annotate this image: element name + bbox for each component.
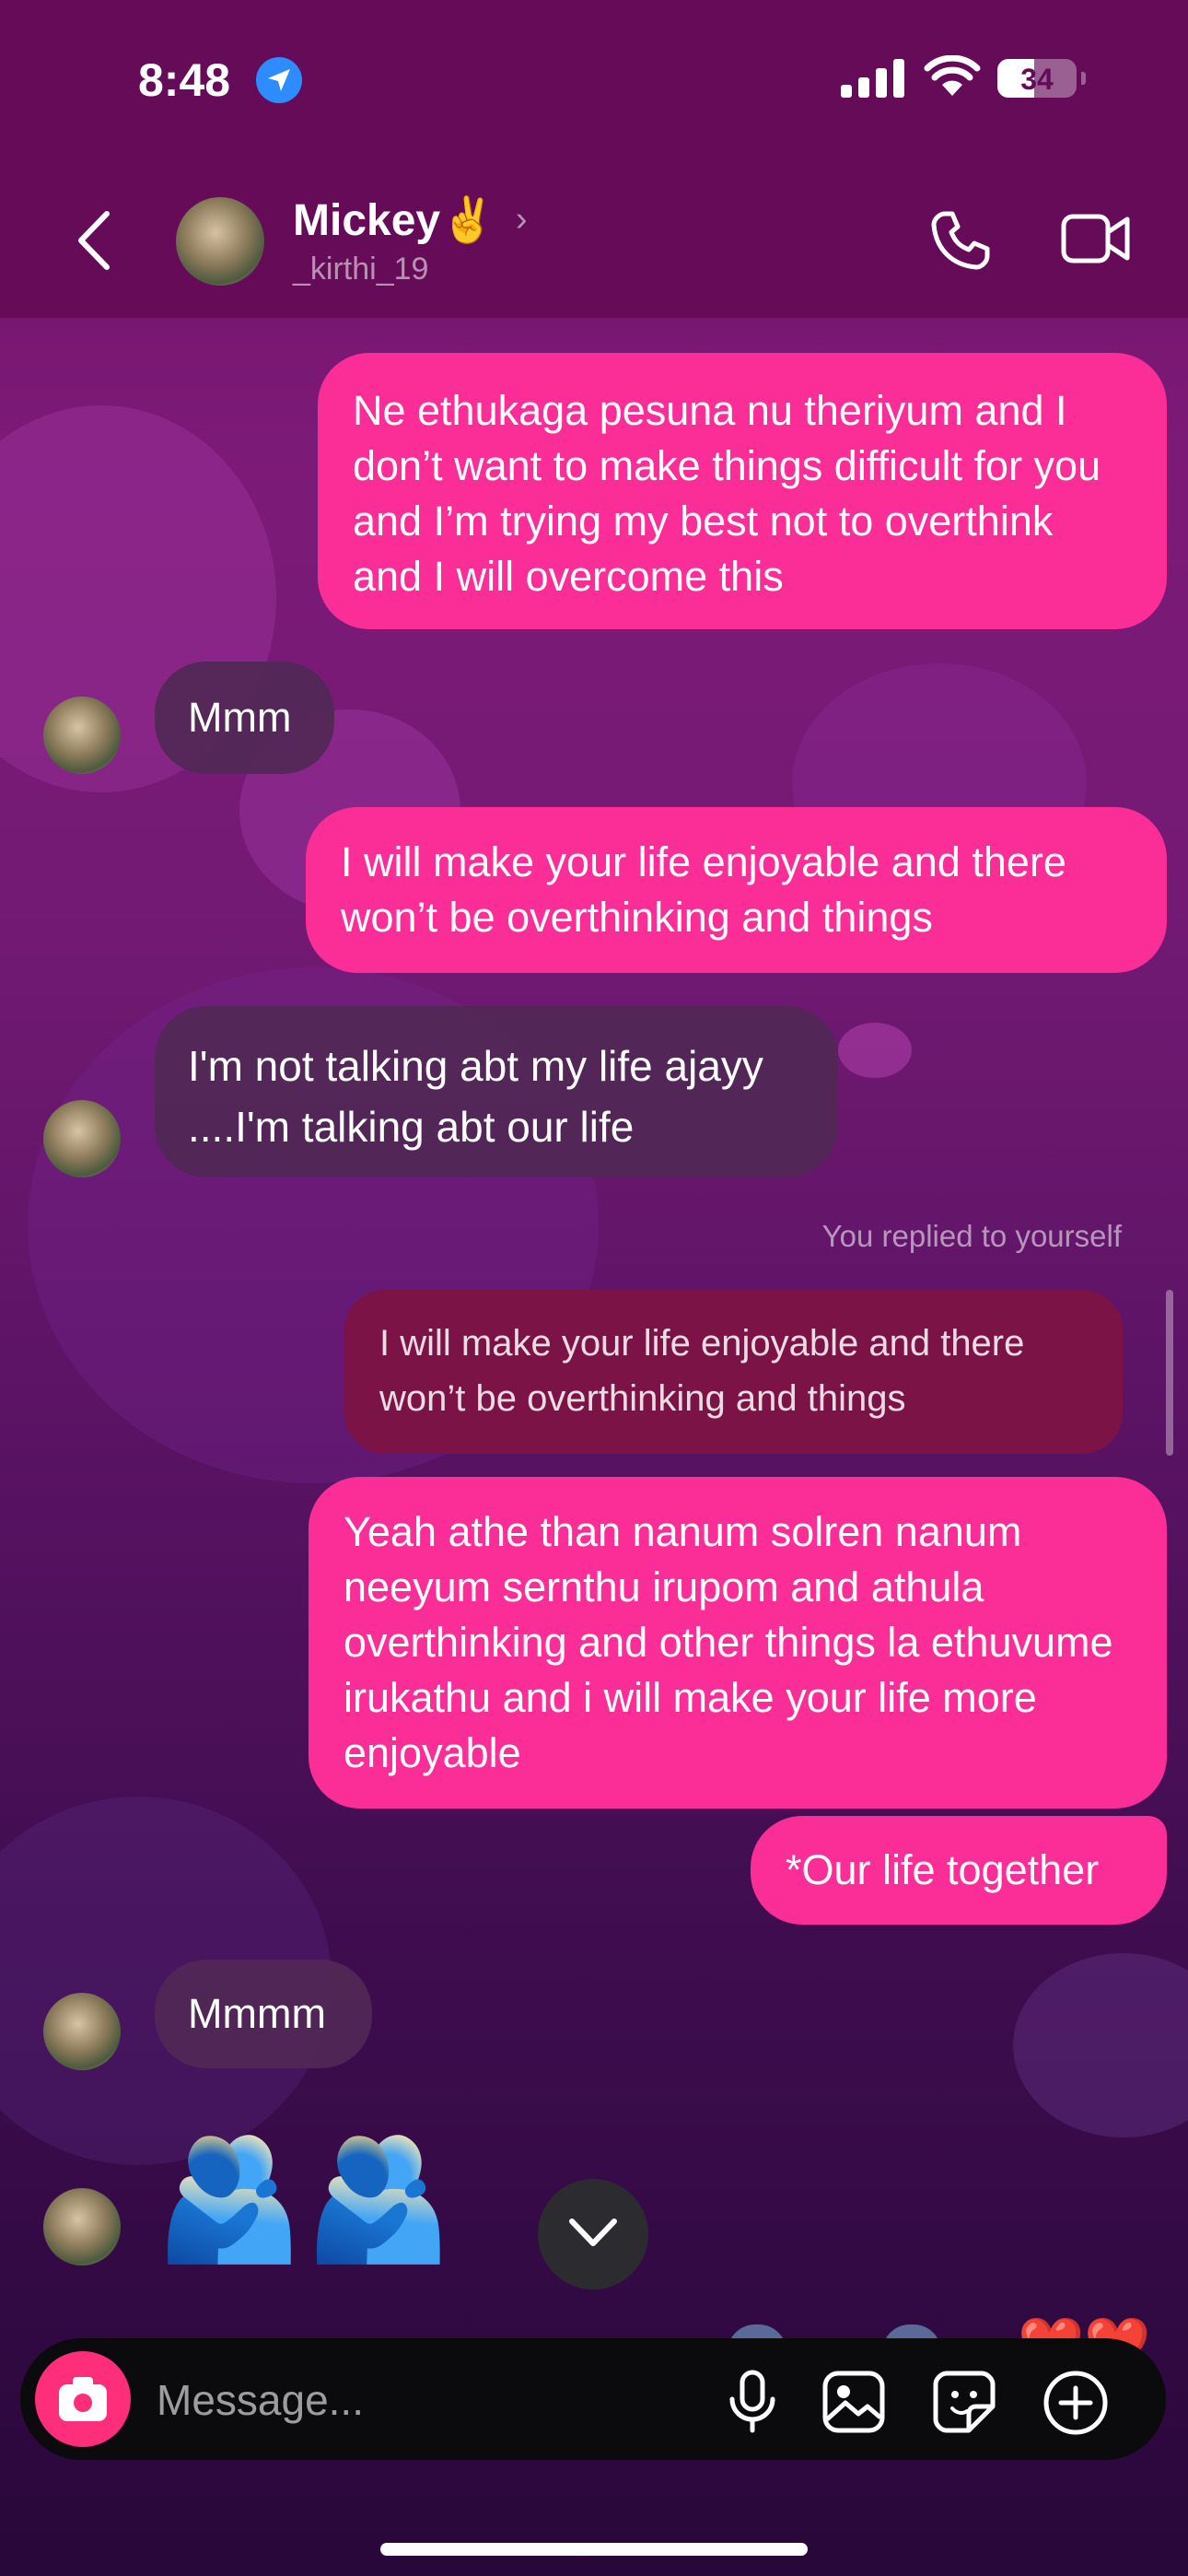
wifi-icon: [924, 55, 981, 96]
contact-avatar[interactable]: [176, 197, 264, 286]
sender-avatar[interactable]: [43, 1100, 121, 1177]
sender-avatar[interactable]: [43, 697, 121, 774]
video-call-icon[interactable]: [1061, 210, 1131, 267]
message-incoming[interactable]: Mmmm: [155, 1960, 372, 2068]
contact-name-row[interactable]: Mickey✌️ ›: [293, 193, 528, 246]
camera-button[interactable]: [35, 2351, 131, 2447]
camera-icon: [59, 2377, 107, 2421]
message-incoming[interactable]: Mmm: [155, 662, 334, 774]
reply-label: You replied to yourself: [821, 1219, 1122, 1253]
sticker-icon[interactable]: [932, 2370, 996, 2434]
chevron-down-icon: [569, 2219, 617, 2246]
emoji-message[interactable]: 🫂🫂: [155, 2134, 453, 2263]
chevron-right-icon: ›: [515, 200, 528, 239]
message-composer: Message...: [20, 2338, 1166, 2460]
battery-level: 34: [1020, 63, 1054, 96]
phone-call-icon[interactable]: [928, 208, 993, 273]
sender-avatar[interactable]: [43, 2188, 121, 2266]
home-indicator[interactable]: [380, 2543, 808, 2556]
message-outgoing[interactable]: I will make your life enjoyable and ther…: [306, 807, 1167, 973]
message-incoming[interactable]: I'm not talking abt my life ajayy ....I'…: [155, 1006, 838, 1177]
gallery-icon[interactable]: [821, 2370, 886, 2434]
add-icon[interactable]: [1042, 2370, 1109, 2436]
status-bar: 8:48 34: [0, 0, 1188, 157]
message-outgoing[interactable]: *Our life together: [751, 1816, 1167, 1925]
chat-header: Mickey✌️ › _kirthi_19: [0, 157, 1188, 318]
message-input[interactable]: Message...: [157, 2375, 364, 2425]
message-outgoing[interactable]: Ne ethukaga pesuna nu theriyum and I don…: [318, 353, 1167, 629]
scroll-to-bottom-button[interactable]: [538, 2179, 648, 2289]
quoted-message[interactable]: I will make your life enjoyable and ther…: [344, 1290, 1123, 1454]
sender-avatar[interactable]: [43, 1993, 121, 2070]
back-icon[interactable]: [76, 210, 112, 271]
message-outgoing[interactable]: Yeah athe than nanum solren nanum neeyum…: [309, 1477, 1167, 1809]
contact-username[interactable]: _kirthi_19: [293, 252, 428, 287]
status-time: 8:48: [138, 54, 231, 106]
microphone-icon[interactable]: [725, 2370, 780, 2434]
battery-indicator: 34: [997, 59, 1086, 98]
signal-icon: [841, 59, 904, 98]
location-icon: [256, 57, 302, 103]
scrollbar[interactable]: [1166, 1290, 1173, 1456]
contact-name[interactable]: Mickey✌️: [293, 193, 495, 246]
